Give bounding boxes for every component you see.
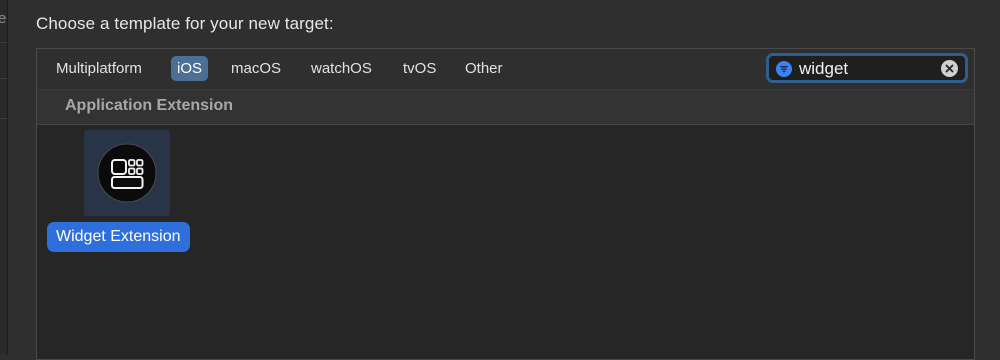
template-label[interactable]: Widget Extension [47,222,190,252]
tab-other[interactable]: Other [459,56,509,81]
filter-input[interactable]: widget [799,58,848,80]
tab-tvos[interactable]: tvOS [397,56,442,81]
divider [0,78,7,79]
divider [0,42,7,43]
section-header: Application Extension [37,90,974,125]
tab-multiplatform[interactable]: Multiplatform [50,56,148,81]
divider [0,118,7,119]
section-title: Application Extension [65,97,234,114]
template-icon-tile[interactable] [84,130,170,216]
background-window-glyph: e [0,10,7,27]
template-chooser: Multiplatform iOS macOS watchOS tvOS Oth… [36,48,975,360]
tab-ios[interactable]: iOS [171,56,209,81]
tab-macos[interactable]: macOS [225,56,287,81]
filter-field[interactable]: widget [766,53,968,83]
template-grid: Widget Extension [37,125,974,359]
dialog-prompt: Choose a template for your new target: [36,14,334,33]
tab-watchos[interactable]: watchOS [305,56,378,81]
filter-icon[interactable] [776,61,792,77]
clear-icon[interactable] [941,60,958,77]
widget-icon [97,143,157,203]
background-window-edge: e [0,0,8,355]
template-widget-extension[interactable]: Widget Extension [47,130,209,260]
platform-tab-bar: Multiplatform iOS macOS watchOS tvOS Oth… [37,49,974,90]
